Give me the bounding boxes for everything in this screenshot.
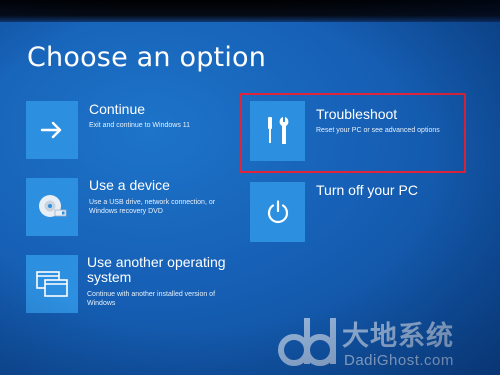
troubleshoot-tile[interactable] <box>250 101 305 161</box>
windows-os-icon <box>36 271 68 297</box>
use-another-os-description: Continue with another installed version … <box>87 291 216 307</box>
use-another-os-tile[interactable] <box>26 255 78 313</box>
dd-logo-icon <box>278 318 336 366</box>
recovery-screen: Choose an option Continue Exit and conti… <box>0 0 500 375</box>
continue-tile[interactable] <box>26 101 78 159</box>
watermark-url: DadiGhost.com <box>344 352 454 369</box>
watermark: 大地系统 DadiGhost.com <box>276 312 500 375</box>
monitor-bezel <box>0 0 500 22</box>
turn-off-label[interactable]: Turn off your PC <box>316 183 418 198</box>
arrow-right-icon <box>40 121 62 139</box>
watermark-brand: 大地系统 <box>342 321 454 352</box>
turn-off-tile[interactable] <box>250 182 305 242</box>
use-another-os-label[interactable]: Use another operating system <box>87 255 237 285</box>
disc-drive-icon <box>39 195 67 217</box>
continue-description: Exit and continue to Windows 11 <box>89 122 191 129</box>
tools-icon <box>267 117 288 144</box>
troubleshoot-description: Reset your PC or see advanced options <box>316 127 440 134</box>
use-a-device-description: Use a USB drive, network connection, or … <box>89 199 216 215</box>
troubleshoot-label[interactable]: Troubleshoot <box>316 107 397 122</box>
power-icon <box>267 200 288 224</box>
use-a-device-label[interactable]: Use a device <box>89 178 170 193</box>
page-title: Choose an option <box>27 42 267 73</box>
continue-label[interactable]: Continue <box>89 102 145 117</box>
use-a-device-tile[interactable] <box>26 178 78 236</box>
